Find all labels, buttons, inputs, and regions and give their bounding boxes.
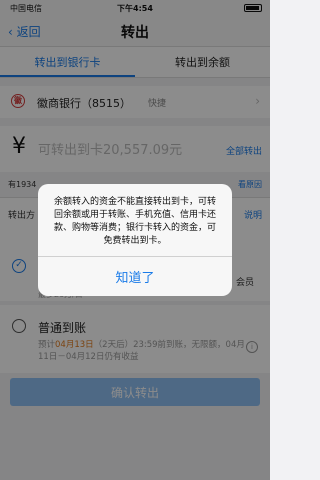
- alert-ok-button[interactable]: 知道了: [38, 257, 232, 296]
- alert-message: 余额转入的资金不能直接转出到卡，可转回余额或用于转账、手机充值、信用卡还款、购物…: [53, 197, 216, 246]
- alert-dialog: 余额转入的资金不能直接转出到卡，可转回余额或用于转账、手机充值、信用卡还款、购物…: [38, 184, 232, 296]
